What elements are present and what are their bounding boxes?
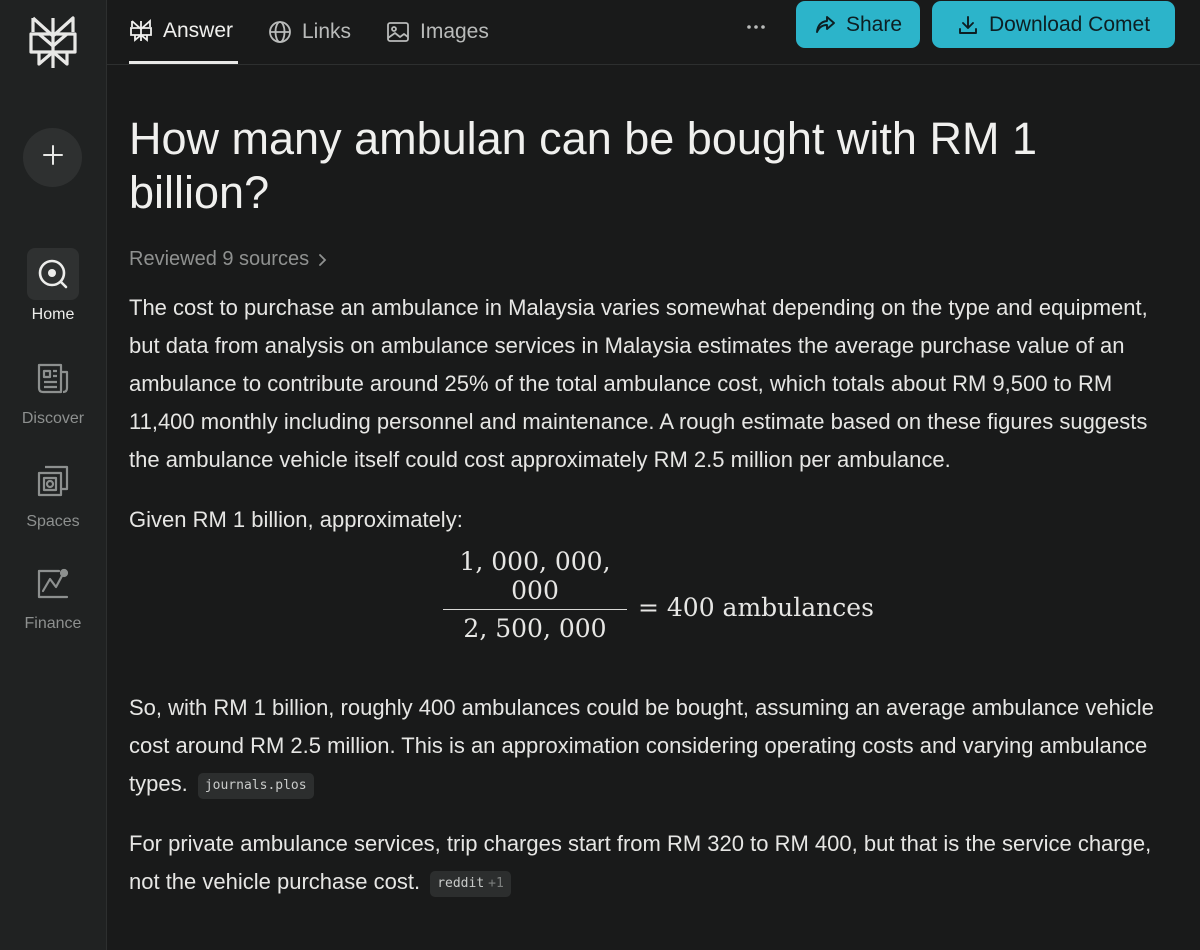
plus-icon — [42, 144, 64, 171]
download-icon — [957, 14, 979, 36]
tab-label: Links — [302, 20, 352, 43]
sources-label: Reviewed 9 sources — [129, 248, 310, 270]
download-comet-button[interactable]: Download Comet — [932, 1, 1175, 48]
tab-images[interactable]: Images — [386, 0, 489, 64]
chevron-right-icon — [317, 253, 327, 267]
citation-label: reddit — [437, 876, 485, 891]
download-label: Download Comet — [988, 12, 1151, 36]
sources-toggle[interactable]: Reviewed 9 sources — [129, 248, 1179, 271]
home-search-icon — [27, 248, 79, 300]
chart-icon — [27, 557, 79, 609]
tab-links[interactable]: Links — [268, 0, 351, 64]
perplexity-logo-icon[interactable] — [27, 14, 79, 72]
sidebar-item-label: Finance — [24, 615, 82, 632]
citation-chip[interactable]: reddit +1 — [430, 871, 511, 897]
spaces-icon — [27, 455, 79, 507]
answer-paragraph: Given RM 1 billion, approximately: — [129, 507, 463, 532]
formula-result: = 400 ambulances — [638, 593, 874, 622]
sidebar-item-label: Spaces — [26, 513, 80, 530]
more-options-button[interactable] — [744, 14, 768, 38]
sidebar-item-discover[interactable]: Discover — [0, 352, 106, 428]
share-button[interactable]: Share — [796, 1, 920, 48]
newspaper-icon — [27, 352, 79, 404]
perplexity-answer-icon — [129, 18, 153, 43]
answer-paragraph: So, with RM 1 billion, roughly 400 ambul… — [129, 689, 1179, 803]
answer-paragraph: The cost to purchase an ambulance in Mal… — [129, 295, 1148, 472]
globe-icon — [268, 20, 292, 44]
tab-label: Images — [420, 20, 489, 43]
sidebar: Home Discover Spaces Finance — [0, 0, 107, 950]
page-title: How many ambulan can be bought with RM 1… — [129, 113, 1037, 218]
fraction: 1, 000, 000, 000 2, 500, 000 — [443, 547, 627, 643]
sidebar-item-label: Discover — [21, 410, 85, 427]
top-bar: Answer Links Images Share Download Comet — [107, 0, 1200, 65]
citation-label: journals.plos — [204, 778, 307, 793]
ellipsis-icon — [746, 17, 766, 35]
answer-paragraph: For private ambulance services, trip cha… — [129, 825, 1179, 901]
answer-content: How many ambulan can be bought with RM 1… — [129, 112, 1179, 901]
new-thread-button[interactable] — [23, 128, 82, 187]
tab-label: Answer — [163, 18, 234, 42]
citation-extra-count: +1 — [488, 876, 504, 891]
sidebar-item-finance[interactable]: Finance — [0, 557, 106, 633]
citation-chip[interactable]: journals.plos — [197, 773, 314, 799]
share-arrow-icon — [814, 14, 836, 36]
sidebar-item-label: Home — [31, 306, 75, 323]
tab-answer[interactable]: Answer — [129, 0, 238, 64]
sidebar-item-spaces[interactable]: Spaces — [0, 455, 106, 531]
image-icon — [386, 20, 410, 44]
share-label: Share — [845, 12, 903, 36]
answer-paragraph-text: For private ambulance services, trip cha… — [129, 831, 1152, 894]
fraction-denominator: 2, 500, 000 — [463, 614, 607, 643]
formula-block: 1, 000, 000, 000 2, 500, 000 = 400 ambul… — [129, 539, 1179, 679]
sidebar-item-home[interactable]: Home — [0, 248, 106, 324]
fraction-numerator: 1, 000, 000, 000 — [443, 547, 627, 610]
